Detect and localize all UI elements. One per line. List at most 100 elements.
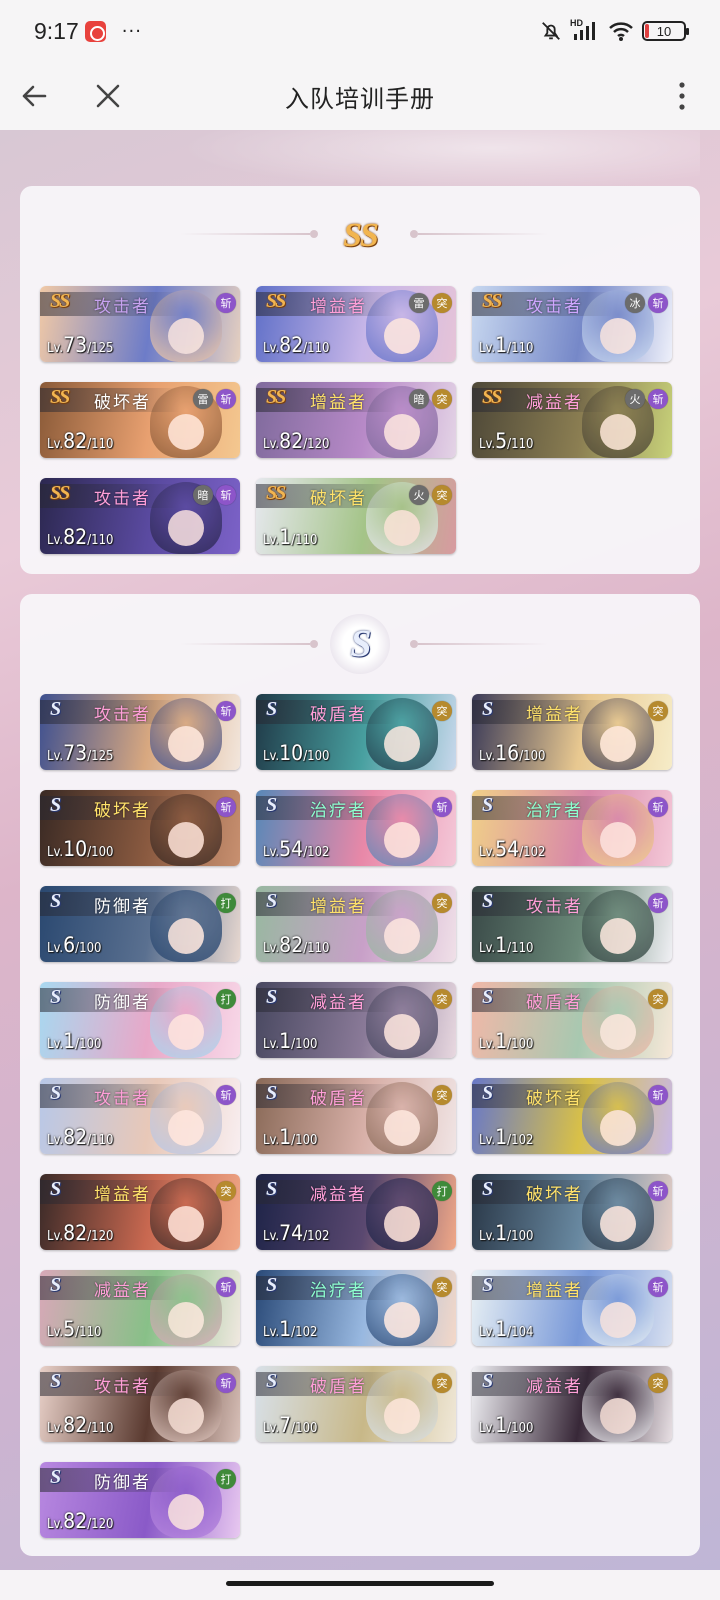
attribute-badge: 突 <box>432 1085 452 1105</box>
attribute-badges: 暗斩 <box>193 485 236 505</box>
level-prefix: Lv. <box>479 437 496 452</box>
level-display: Lv.1/100 <box>479 1413 533 1437</box>
attribute-badge: 突 <box>432 893 452 913</box>
attribute-badge: 斩 <box>648 1085 668 1105</box>
level-display: Lv.1/104 <box>479 1317 533 1341</box>
character-card[interactable]: SS 破坏者 火突 Lv.1/110 <box>256 478 456 554</box>
attribute-badges: 火斩 <box>625 389 668 409</box>
level-prefix: Lv. <box>47 1517 64 1532</box>
level-prefix: Lv. <box>479 1037 496 1052</box>
more-options-button[interactable] <box>662 76 702 116</box>
character-card[interactable]: SS 攻击者 斩 Lv.73/125 <box>40 286 240 362</box>
status-more-dots: ··· <box>121 20 142 42</box>
character-card[interactable]: SS 攻击者 冰斩 Lv.1/110 <box>472 286 672 362</box>
character-card[interactable]: S 防御者 打 Lv.6/100 <box>40 886 240 962</box>
character-card[interactable]: S 增益者 斩 Lv.1/104 <box>472 1270 672 1346</box>
attribute-badges: 突 <box>216 1181 236 1201</box>
character-card[interactable]: S 治疗者 突 Lv.1/102 <box>256 1270 456 1346</box>
level-prefix: Lv. <box>47 437 64 452</box>
attribute-badges: 突 <box>432 1085 452 1105</box>
max-level: 100 <box>79 1037 102 1052</box>
back-button[interactable] <box>14 76 54 116</box>
current-level: 1 <box>279 525 292 549</box>
rank-badge: S <box>482 1370 493 1392</box>
attribute-badge: 斩 <box>216 1085 236 1105</box>
level-prefix: Lv. <box>263 941 280 956</box>
character-card[interactable]: S 减益者 斩 Lv.5/110 <box>40 1270 240 1346</box>
attribute-badge: 斩 <box>216 293 236 313</box>
max-level: 125 <box>91 341 114 356</box>
attribute-badge: 斩 <box>648 1181 668 1201</box>
role-label: 增益者 <box>310 297 367 317</box>
max-level: 100 <box>79 941 102 956</box>
attribute-badge: 斩 <box>432 797 452 817</box>
role-label: 攻击者 <box>94 489 151 509</box>
character-card[interactable]: S 增益者 突 Lv.16/100 <box>472 694 672 770</box>
character-card[interactable]: SS 增益者 雷突 Lv.82/110 <box>256 286 456 362</box>
role-label: 破坏者 <box>526 1185 583 1205</box>
character-card[interactable]: S 攻击者 斩 Lv.1/110 <box>472 886 672 962</box>
attribute-badges: 突 <box>432 1373 452 1393</box>
max-level: 120 <box>307 437 330 452</box>
role-label: 增益者 <box>526 1281 583 1301</box>
rank-badge: S <box>50 1178 61 1200</box>
character-card[interactable]: S 破坏者 斩 Lv.10/100 <box>40 790 240 866</box>
character-card[interactable]: SS 减益者 火斩 Lv.5/110 <box>472 382 672 458</box>
netease-music-icon <box>84 20 106 42</box>
level-prefix: Lv. <box>263 845 280 860</box>
attribute-badge: 突 <box>648 701 668 721</box>
character-card[interactable]: S 治疗者 斩 Lv.54/102 <box>472 790 672 866</box>
character-card[interactable]: S 防御者 打 Lv.1/100 <box>40 982 240 1058</box>
character-card[interactable]: S 破盾者 突 Lv.1/100 <box>472 982 672 1058</box>
max-level: 100 <box>511 1037 534 1052</box>
character-card[interactable]: SS 攻击者 暗斩 Lv.82/110 <box>40 478 240 554</box>
wifi-icon <box>609 22 633 41</box>
character-card[interactable]: S 破坏者 斩 Lv.1/100 <box>472 1174 672 1250</box>
attribute-badge: 雷 <box>193 389 213 409</box>
current-level: 6 <box>63 933 76 957</box>
rank-badge: S <box>266 1178 277 1200</box>
attribute-badges: 斩 <box>216 1277 236 1297</box>
character-card[interactable]: S 防御者 打 Lv.82/120 <box>40 1462 240 1538</box>
character-card[interactable]: S 增益者 突 Lv.82/110 <box>256 886 456 962</box>
max-level: 110 <box>91 1133 114 1148</box>
more-vertical-icon <box>679 82 685 110</box>
attribute-badges: 突 <box>648 989 668 1009</box>
attribute-badge: 暗 <box>409 389 429 409</box>
character-card[interactable]: S 破坏者 斩 Lv.1/102 <box>472 1078 672 1154</box>
level-prefix: Lv. <box>47 341 64 356</box>
signal-icon: HD <box>570 18 600 42</box>
home-indicator[interactable] <box>226 1581 494 1586</box>
max-level: 102 <box>523 845 546 860</box>
character-card[interactable]: S 破盾者 突 Lv.1/100 <box>256 1078 456 1154</box>
rank-badge: SS <box>50 290 70 312</box>
attribute-badge: 打 <box>432 1181 452 1201</box>
character-card[interactable]: S 减益者 突 Lv.1/100 <box>256 982 456 1058</box>
attribute-badge: 突 <box>432 389 452 409</box>
character-card[interactable]: S 攻击者 斩 Lv.73/125 <box>40 694 240 770</box>
character-card[interactable]: S 攻击者 斩 Lv.82/110 <box>40 1078 240 1154</box>
close-button[interactable] <box>88 76 128 116</box>
character-card[interactable]: S 攻击者 斩 Lv.82/110 <box>40 1366 240 1442</box>
rank-badge: S <box>482 986 493 1008</box>
character-card[interactable]: SS 破坏者 雷斩 Lv.82/110 <box>40 382 240 458</box>
character-card[interactable]: S 增益者 突 Lv.82/120 <box>40 1174 240 1250</box>
level-prefix: Lv. <box>47 941 64 956</box>
character-card[interactable]: S 破盾者 突 Lv.7/100 <box>256 1366 456 1442</box>
character-card[interactable]: S 减益者 突 Lv.1/100 <box>472 1366 672 1442</box>
character-card[interactable]: S 减益者 打 Lv.74/102 <box>256 1174 456 1250</box>
max-level: 110 <box>91 437 114 452</box>
character-card[interactable]: S 破盾者 突 Lv.10/100 <box>256 694 456 770</box>
level-display: Lv.1/100 <box>263 1125 317 1149</box>
character-card[interactable]: SS 增益者 暗突 Lv.82/120 <box>256 382 456 458</box>
rank-badge: S <box>50 1466 61 1488</box>
level-display: Lv.1/110 <box>263 525 317 549</box>
max-level: 102 <box>511 1133 534 1148</box>
attribute-badges: 斩 <box>648 893 668 913</box>
level-display: Lv.54/102 <box>479 837 545 861</box>
rank-badge: SS <box>266 290 286 312</box>
current-level: 5 <box>63 1317 76 1341</box>
status-right-icons: HD 10 <box>540 18 689 42</box>
level-prefix: Lv. <box>47 1133 64 1148</box>
character-card[interactable]: S 治疗者 斩 Lv.54/102 <box>256 790 456 866</box>
